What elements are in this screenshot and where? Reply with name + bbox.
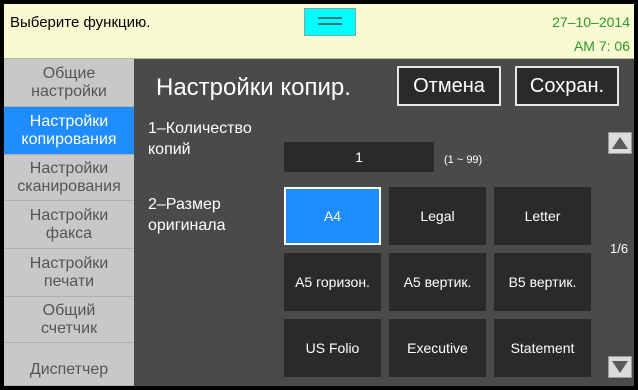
size-option-a5-landscape[interactable]: A5 горизон. bbox=[284, 253, 381, 311]
sidebar-item-label: печати bbox=[43, 272, 95, 290]
copies-range-hint: (1 ~ 99) bbox=[444, 154, 483, 166]
sidebar-item-label: Настройки bbox=[29, 159, 109, 177]
status-time: AM 7: 06 bbox=[573, 38, 630, 54]
touch-screen: Выберите функцию. 27–10–2014 AM 7: 06 Об… bbox=[4, 4, 634, 386]
status-bar: Выберите функцию. 27–10–2014 AM 7: 06 bbox=[4, 4, 634, 59]
sidebar-item-label: Общий bbox=[42, 301, 96, 319]
sidebar-item-label: сканирования bbox=[17, 177, 121, 195]
sidebar-item-label: настройки bbox=[31, 82, 107, 100]
sidebar-item-fax-settings[interactable]: Настройки факса bbox=[4, 201, 134, 249]
sidebar-item-label: Настройки bbox=[29, 112, 109, 130]
sidebar-item-label: факса bbox=[45, 224, 93, 242]
size-option-letter[interactable]: Letter bbox=[494, 187, 591, 245]
copies-field[interactable]: 1 bbox=[284, 142, 434, 172]
size-option-b5-portrait[interactable]: B5 вертик. bbox=[494, 253, 591, 311]
sidebar-item-label: Диспетчер bbox=[29, 361, 109, 378]
sidebar-item-general-settings[interactable]: Общие настройки bbox=[4, 59, 134, 107]
size-option-statement[interactable]: Statement bbox=[494, 319, 591, 377]
copies-label: 1–Количество копий bbox=[148, 120, 252, 158]
sidebar-item-label: счетчик bbox=[40, 319, 98, 337]
sidebar-item-job-manager[interactable]: Диспетчер bbox=[4, 343, 134, 386]
original-size-label: 2–Размер оригинала bbox=[148, 196, 226, 234]
page-title: Настройки копир. bbox=[156, 74, 351, 101]
scroll-down-button[interactable] bbox=[608, 356, 632, 378]
size-option-legal[interactable]: Legal bbox=[389, 187, 486, 245]
save-button[interactable]: Сохран. bbox=[515, 66, 619, 106]
size-option-a4[interactable]: A4 bbox=[284, 187, 381, 245]
sidebar-item-label: копирования bbox=[21, 130, 117, 148]
cancel-button[interactable]: Отмена bbox=[397, 66, 501, 106]
size-option-us-folio[interactable]: US Folio bbox=[284, 319, 381, 377]
sidebar-item-copy-settings[interactable]: Настройки копирования bbox=[4, 107, 134, 155]
menu-handle-icon[interactable] bbox=[304, 8, 356, 36]
triangle-up-icon bbox=[612, 137, 628, 149]
sidebar: Общие настройки Настройки копирования На… bbox=[4, 59, 134, 386]
triangle-down-icon bbox=[612, 361, 628, 373]
sidebar-item-print-settings[interactable]: Настройки печати bbox=[4, 249, 134, 297]
status-message: Выберите функцию. bbox=[10, 14, 151, 31]
page-indicator: 1/6 bbox=[610, 241, 629, 256]
sidebar-item-label: Общие bbox=[42, 64, 96, 82]
scroll-up-button[interactable] bbox=[608, 132, 632, 154]
status-date: 27–10–2014 bbox=[552, 14, 630, 30]
sidebar-item-scan-settings[interactable]: Настройки сканирования bbox=[4, 155, 134, 201]
sidebar-item-label: Настройки bbox=[29, 206, 109, 224]
sidebar-item-label: Настройки bbox=[29, 254, 109, 272]
size-option-a5-portrait[interactable]: A5 вертик. bbox=[389, 253, 486, 311]
size-option-executive[interactable]: Executive bbox=[389, 319, 486, 377]
sidebar-item-total-counter[interactable]: Общий счетчик bbox=[4, 297, 134, 343]
